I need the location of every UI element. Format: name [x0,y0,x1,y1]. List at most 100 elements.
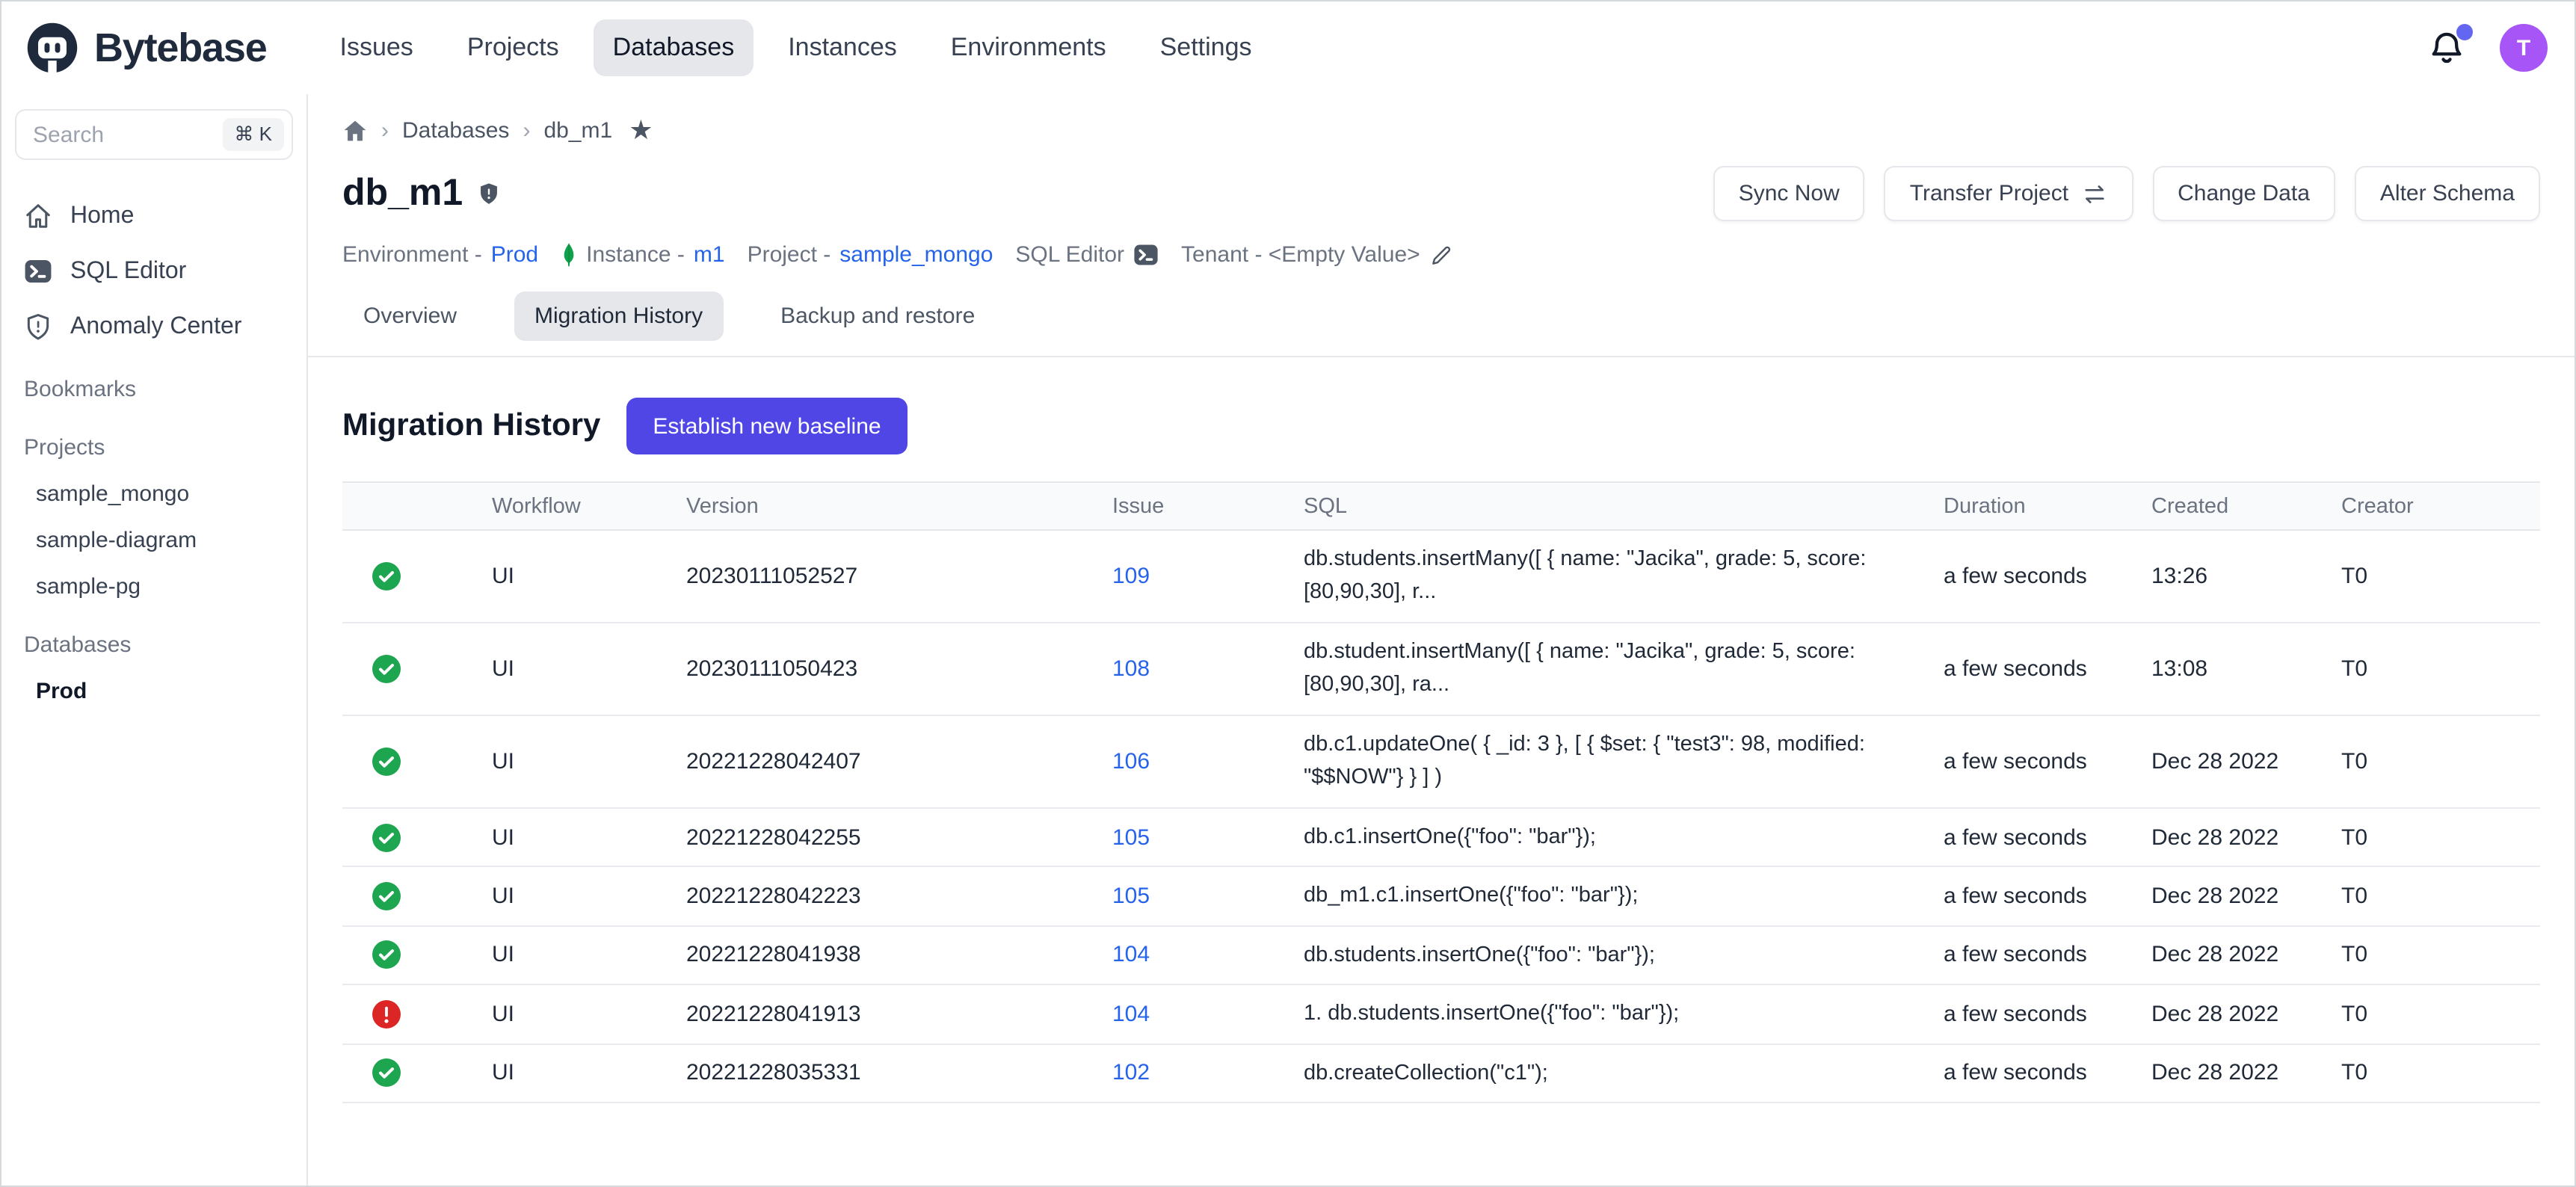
created-cell: 13:08 [2151,656,2341,682]
table-row[interactable]: UI20221228042407106db.c1.updateOne( { _i… [342,716,2540,809]
home-icon[interactable] [342,117,368,143]
sidebar-item-label: Home [70,203,134,229]
nav-instances[interactable]: Instances [768,19,916,76]
breadcrumb-separator: › [381,117,389,143]
notifications-button[interactable] [2426,28,2467,68]
sql-cell: db.students.insertOne({"foo": "bar"}); [1304,927,1944,984]
alter-schema-button[interactable]: Alter Schema [2355,166,2540,221]
version-cell: 20230111052527 [686,564,1112,589]
button-label: Change Data [2178,181,2310,206]
issue-link[interactable]: 109 [1112,564,1150,589]
error-status-icon [372,1000,401,1029]
breadcrumb-separator: › [523,117,530,143]
duration-cell: a few seconds [1944,884,2151,909]
sql-cell: db.createCollection("c1"); [1304,1044,1944,1102]
meta-instance[interactable]: Instance -m1 [561,242,724,268]
nav-settings[interactable]: Settings [1141,19,1272,76]
meta-environment[interactable]: Environment -Prod [342,242,538,268]
search-input[interactable]: Search ⌘ K [15,109,293,160]
creator-cell: T0 [2341,943,2540,968]
search-placeholder: Search [33,122,104,147]
table-header: WorkflowVersionIssueSQLDurationCreatedCr… [342,481,2540,531]
transfer-project-button[interactable]: Transfer Project [1885,166,2133,221]
meta-label: SQL Editor [1015,242,1124,268]
nav-issues[interactable]: Issues [321,19,433,76]
workflow-cell: UI [492,564,686,589]
meta-project[interactable]: Project -sample_mongo [748,242,993,268]
establish-baseline-button[interactable]: Establish new baseline [626,398,908,454]
version-cell: 20221228042223 [686,884,1112,909]
section-title: Migration History [342,408,600,444]
workflow-cell: UI [492,1061,686,1086]
workflow-cell: UI [492,884,686,909]
column-header-issue: Issue [1112,494,1304,518]
meta-value-link[interactable]: Prod [491,242,538,268]
duration-cell: a few seconds [1944,564,2151,589]
version-cell: 20221228041913 [686,1002,1112,1027]
nav-projects[interactable]: Projects [448,19,579,76]
table-row[interactable]: UI20221228041938104db.students.insertOne… [342,927,2540,986]
success-status-icon [372,882,401,910]
status-cell [342,655,492,683]
meta-tenant-empty-value[interactable]: Tenant - <Empty Value> [1181,242,1453,268]
creator-cell: T0 [2341,749,2540,774]
duration-cell: a few seconds [1944,749,2151,774]
tab-bar: Overview Migration History Backup and rest… [308,292,2575,357]
duration-cell: a few seconds [1944,824,2151,850]
brand[interactable]: Bytebase [24,19,267,76]
version-cell: 20221228042255 [686,824,1112,850]
status-cell [342,882,492,910]
table-row[interactable]: UI20230111052527109db.students.insertMan… [342,531,2540,623]
table-row[interactable]: UI20221228035331102db.createCollection("… [342,1044,2540,1103]
issue-cell: 102 [1112,1061,1304,1086]
table-row[interactable]: UI20221228042255105db.c1.insertOne({"foo… [342,809,2540,868]
sidebar-item-home[interactable]: Home [1,188,306,244]
issue-link[interactable]: 108 [1112,656,1150,682]
main-content: › Databases › db_m1 ★ db_m1 Sync Now Tran… [308,94,2575,1186]
success-status-icon [372,1059,401,1088]
sidebar-item-label: Anomaly Center [70,313,241,340]
page-title: db_m1 [342,172,463,215]
issue-link[interactable]: 104 [1112,1002,1150,1027]
nav-environments[interactable]: Environments [931,19,1126,76]
meta-sql-editor[interactable]: SQL Editor [1015,242,1159,268]
issue-link[interactable]: 104 [1112,943,1150,968]
sidebar-item-anomaly-center[interactable]: Anomaly Center [1,299,306,354]
meta-value-link[interactable]: sample_mongo [839,242,993,268]
terminal-icon[interactable] [1133,242,1159,268]
button-label: Transfer Project [1910,181,2068,206]
tab-migration-history[interactable]: Migration History [514,292,724,341]
success-status-icon [372,941,401,969]
bookmark-star-icon[interactable]: ★ [629,117,653,144]
change-data-button[interactable]: Change Data [2152,166,2335,221]
tab-backup-and-restore[interactable]: Backup and restore [759,292,996,341]
version-cell: 20221228042407 [686,749,1112,774]
created-cell: Dec 28 2022 [2151,943,2341,968]
meta-value-link[interactable]: m1 [694,242,725,268]
bytebase-window: Bytebase IssuesProjectsDatabasesInstance… [0,0,2576,1187]
nav-databases[interactable]: Databases [594,19,754,76]
success-status-icon [372,747,401,776]
issue-link[interactable]: 102 [1112,1061,1150,1086]
table-row[interactable]: UI20230111050423108db.student.insertMany… [342,623,2540,716]
status-cell [342,1059,492,1088]
table-row[interactable]: UI202212280419131041. db.students.insert… [342,985,2540,1044]
issue-link[interactable]: 106 [1112,749,1150,774]
button-label: Alter Schema [2380,181,2515,206]
sidebar-item-sample-diagram[interactable]: sample-diagram [1,517,306,564]
sidebar-item-prod[interactable]: Prod [1,668,306,715]
title-row: db_m1 Sync Now Transfer Project Change Dat… [342,166,2540,221]
sidebar-item-sql-editor[interactable]: SQL Editor [1,244,306,299]
column-header-version: Version [686,494,1112,518]
table-row[interactable]: UI20221228042223105db_m1.c1.insertOne({"… [342,868,2540,927]
pencil-icon[interactable] [1429,243,1453,267]
avatar[interactable]: T [2500,24,2548,72]
issue-link[interactable]: 105 [1112,884,1150,909]
breadcrumb-db-m1[interactable]: db_m1 [543,117,612,143]
sidebar-item-sample-mongo[interactable]: sample_mongo [1,471,306,517]
issue-link[interactable]: 105 [1112,824,1150,850]
breadcrumb-databases[interactable]: Databases [402,117,509,143]
sync-now-button[interactable]: Sync Now [1713,166,1865,221]
tab-overview[interactable]: Overview [342,292,478,341]
sidebar-item-sample-pg[interactable]: sample-pg [1,564,306,610]
